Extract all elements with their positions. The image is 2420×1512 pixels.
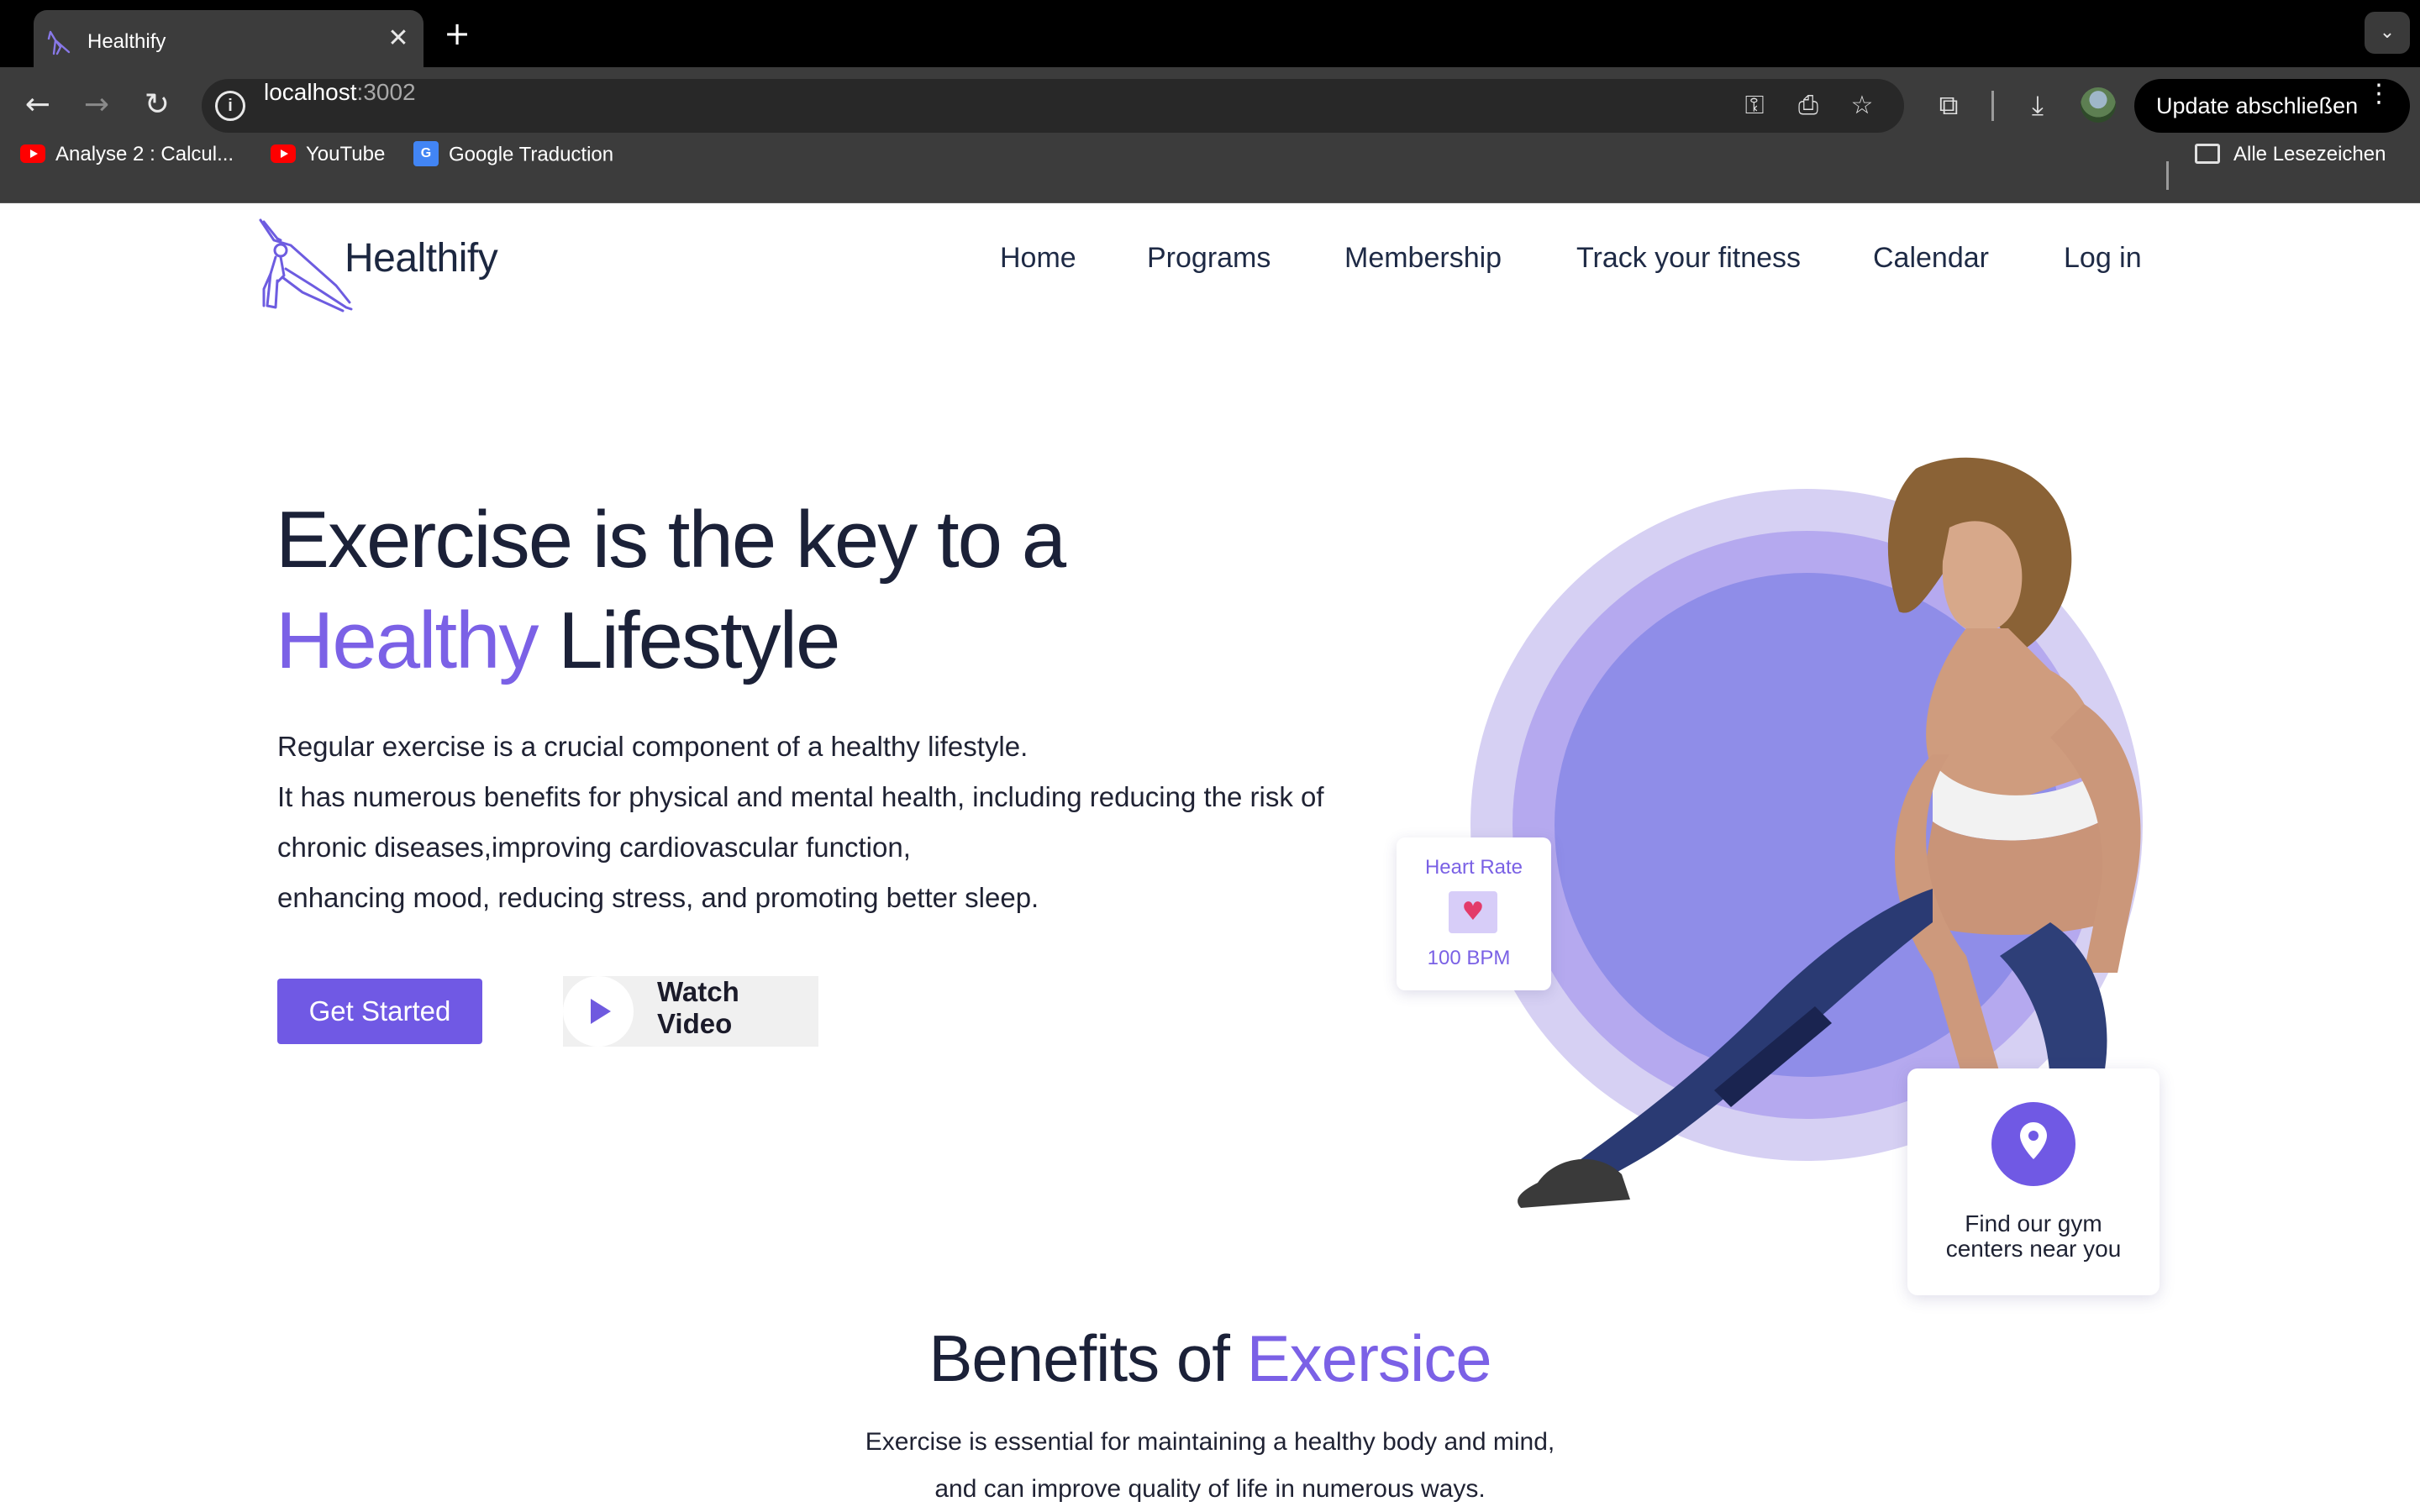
profile-avatar[interactable] [2081, 87, 2116, 123]
youtube-icon [20, 144, 45, 163]
gym-locator-text: Find our gym centers near you [1907, 1211, 2160, 1262]
update-button[interactable]: Update abschließen ⋮ [2134, 79, 2410, 133]
hero-title-accent: Healthy [276, 596, 539, 685]
benefits-heading: Benefits of Exersice [929, 1321, 1492, 1395]
brand-name[interactable]: Healthify [345, 235, 498, 281]
bookmarks-bar: Analyse 2 : Calcul... YouTube G Google Tr… [0, 141, 2420, 203]
tab-title: Healthify [87, 30, 166, 53]
heart-rate-value: 100 BPM [1427, 947, 1511, 969]
toolbar-divider [1991, 91, 1994, 121]
bookmarks-divider [2166, 161, 2169, 190]
hero-paragraph-line: chronic diseases,improving cardiovascula… [277, 832, 911, 863]
youtube-icon [271, 144, 296, 163]
nav-membership[interactable]: Membership [1344, 242, 1502, 275]
gym-locator-card[interactable]: Find our gym centers near you [1907, 1068, 2160, 1295]
all-bookmarks[interactable]: Alle Lesezeichen [2195, 143, 2386, 203]
address-bar[interactable]: i localhost:3002 ⚿ ⎙ ☆ [202, 79, 1904, 133]
hero-paragraph-line: It has numerous benefits for physical an… [277, 781, 1324, 812]
hero-title-line1: Exercise is the key to a [276, 495, 1066, 585]
healthify-logo-icon[interactable] [252, 215, 356, 312]
back-arrow-icon[interactable]: ← [17, 84, 59, 126]
location-pin-icon [2020, 1122, 2047, 1159]
tab-close-icon[interactable]: ✕ [381, 22, 415, 55]
browser-tab-active[interactable]: Healthify ✕ [34, 10, 424, 67]
download-icon[interactable]: ⤓ [2017, 84, 2059, 126]
heart-rate-card: Heart Rate ♥ 100 BPM [1397, 837, 1551, 990]
nav-track-fitness[interactable]: Track your fitness [1576, 242, 1801, 275]
gym-text-line1: Find our gym [1965, 1210, 2102, 1236]
bookmark-item[interactable]: YouTube [271, 143, 385, 203]
watch-video-label: Watch Video [657, 976, 739, 1039]
bookmark-star-icon[interactable]: ☆ [1845, 89, 1879, 123]
benefits-text-line: and can improve quality of life in numer… [934, 1475, 1486, 1503]
play-icon [563, 976, 634, 1047]
reload-icon[interactable]: ↻ [136, 84, 178, 126]
tab-strip: Healthify ✕ + ⌄ [0, 0, 2420, 67]
forward-arrow-icon[interactable]: → [76, 84, 118, 126]
url-text[interactable]: localhost:3002 [264, 79, 416, 106]
nav-programs[interactable]: Programs [1147, 242, 1270, 275]
tab-search-button[interactable]: ⌄ [2365, 12, 2410, 54]
menu-kebab-icon[interactable]: ⋮ [2366, 79, 2391, 108]
folder-icon [2195, 143, 2220, 164]
bookmark-item[interactable]: G Google Traduction [413, 141, 613, 203]
nav-log-in[interactable]: Log in [2064, 242, 2142, 275]
install-app-icon[interactable]: ⎙ [1791, 89, 1825, 123]
extensions-puzzle-icon[interactable]: ⧉ [1928, 84, 1970, 126]
healthify-favicon-icon [47, 30, 71, 55]
google-translate-icon: G [413, 141, 439, 166]
nav-calendar[interactable]: Calendar [1873, 242, 1989, 275]
watch-video-button[interactable]: Watch Video [563, 976, 818, 1047]
browser-toolbar: ← → ↻ i localhost:3002 ⚿ ⎙ ☆ ⧉ ⤓ [0, 67, 2420, 143]
heart-icon: ♥ [1449, 891, 1497, 933]
benefits-text-line: Exercise is essential for maintaining a … [865, 1428, 1555, 1456]
bookmark-item[interactable]: Analyse 2 : Calcul... [20, 143, 234, 203]
password-key-icon[interactable]: ⚿ [1738, 89, 1771, 123]
page-content: Healthify Home Programs Membership Track… [0, 203, 2420, 1512]
hero-title-line2: Healthy Lifestyle [276, 596, 840, 685]
gym-text-line2: centers near you [1945, 1236, 2122, 1262]
site-info-icon[interactable]: i [215, 91, 245, 121]
benefits-heading-accent: Exersice [1246, 1321, 1492, 1395]
nav-home[interactable]: Home [1000, 242, 1076, 275]
new-tab-button[interactable]: + [439, 15, 476, 52]
update-label: Update abschließen [2156, 93, 2359, 118]
hero-paragraph-line: Regular exercise is a crucial component … [277, 731, 1028, 762]
location-button[interactable] [1991, 1102, 2075, 1186]
hero-paragraph-line: enhancing mood, reducing stress, and pro… [277, 882, 1039, 913]
get-started-button[interactable]: Get Started [277, 979, 482, 1044]
heart-rate-label: Heart Rate [1424, 856, 1523, 879]
